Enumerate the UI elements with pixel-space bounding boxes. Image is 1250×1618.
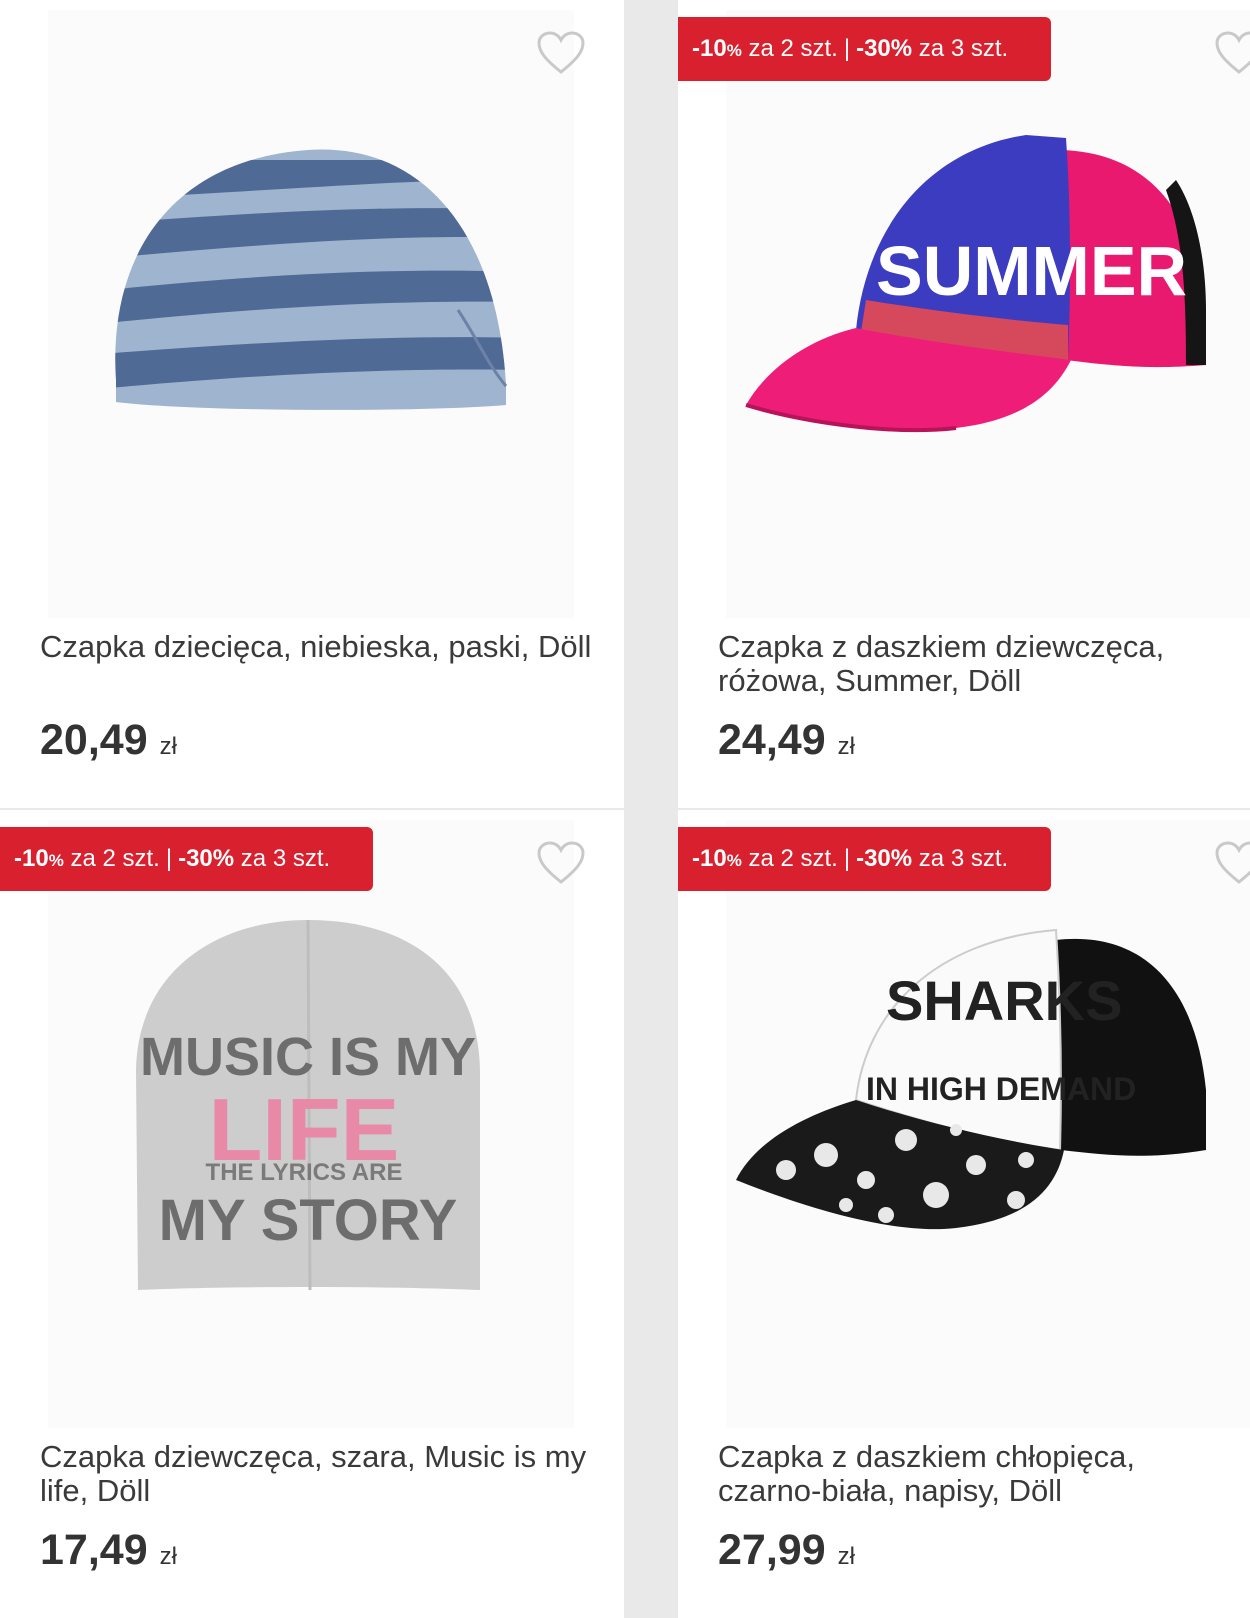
badge-first-value: -10 [692,35,727,62]
promo-badge: -10% za 2 szt. | -30% za 3 szt. [0,827,373,891]
badge-second-text: za 3 szt. [918,35,1009,62]
badge-separator: | [843,845,851,872]
product-card[interactable]: SUMMER -10% za 2 szt. | -30% za 3 szt. Cza… [678,0,1250,808]
product-title[interactable]: Czapka dziecięca, niebieska, paski, Döll [40,630,600,664]
badge-second-value: -30% [178,845,235,872]
promo-badge: -10% za 2 szt. | -30% za 3 szt. [678,17,1051,81]
cap-print-text: SUMMER [876,232,1187,310]
product-grid: Czapka dziecięca, niebieska, paski, Döll… [0,0,1250,1618]
product-price: 27,99 zł [718,1526,855,1575]
badge-first-text: za 2 szt. [748,35,838,62]
product-image-pink-cap[interactable]: SUMMER [726,10,1250,618]
heart-outline-icon[interactable] [1214,840,1250,886]
grey-music-beanie-image: MUSIC IS MY LIFE THE LYRICS ARE MY STORY [136,919,480,1291]
badge-second-text: za 3 szt. [918,845,1009,872]
badge-first-text: za 2 szt. [748,845,838,872]
badge-first-pct: % [48,851,64,870]
badge-first-value: -10 [14,845,49,872]
heart-outline-icon[interactable] [536,840,586,886]
striped-beanie-image [115,149,508,410]
product-price: 17,49 zł [40,1526,177,1575]
product-title[interactable]: Czapka z daszkiem chłopięca, czarno-biał… [718,1440,1238,1508]
product-card[interactable]: SHARKS IN HIGH DEMAND -10% za 2 szt. | -30… [678,810,1250,1618]
product-title[interactable]: Czapka z daszkiem dziewczęca, różowa, Su… [718,630,1238,698]
price-value: 20,49 [40,716,148,764]
badge-separator: | [843,35,851,62]
product-image-grey-beanie[interactable]: MUSIC IS MY LIFE THE LYRICS ARE MY STORY [48,820,574,1428]
cap-print-line1: SHARKS [886,969,1122,1032]
product-price: 20,49 zł [40,716,177,765]
heart-outline-icon[interactable] [1214,30,1250,76]
product-title[interactable]: Czapka dziewczęca, szara, Music is my li… [40,1440,600,1508]
badge-second-value: -30% [856,845,913,872]
beanie-print-line4: MY STORY [159,1188,458,1253]
price-currency: zł [837,733,855,760]
badge-first-value: -10 [692,845,727,872]
price-value: 17,49 [40,1526,148,1574]
product-card[interactable]: MUSIC IS MY LIFE THE LYRICS ARE MY STORY… [0,810,624,1618]
price-value: 27,99 [718,1526,826,1574]
product-image-black-white-cap[interactable]: SHARKS IN HIGH DEMAND [726,820,1250,1428]
badge-second-value: -30% [856,35,913,62]
product-image-striped-beanie[interactable] [48,10,574,618]
beanie-print-line1: MUSIC IS MY [140,1027,476,1087]
badge-second-text: za 3 szt. [240,845,331,872]
promo-badge: -10% za 2 szt. | -30% za 3 szt. [678,827,1051,891]
black-white-cap-image: SHARKS IN HIGH DEMAND [736,928,1206,1230]
product-price: 24,49 zł [718,716,855,765]
price-currency: zł [159,733,177,760]
badge-first-pct: % [726,41,742,60]
cap-print-line2: IN HIGH DEMAND [866,1071,1136,1107]
badge-first-text: za 2 szt. [70,845,160,872]
product-card[interactable]: Czapka dziecięca, niebieska, paski, Döll… [0,0,624,808]
beanie-print-line3: THE LYRICS ARE [206,1159,403,1186]
pink-summer-cap-image: SUMMER [745,135,1206,433]
badge-separator: | [165,845,173,872]
price-currency: zł [159,1543,177,1570]
heart-outline-icon[interactable] [536,30,586,76]
price-currency: zł [837,1543,855,1570]
badge-first-pct: % [726,851,742,870]
price-value: 24,49 [718,716,826,764]
